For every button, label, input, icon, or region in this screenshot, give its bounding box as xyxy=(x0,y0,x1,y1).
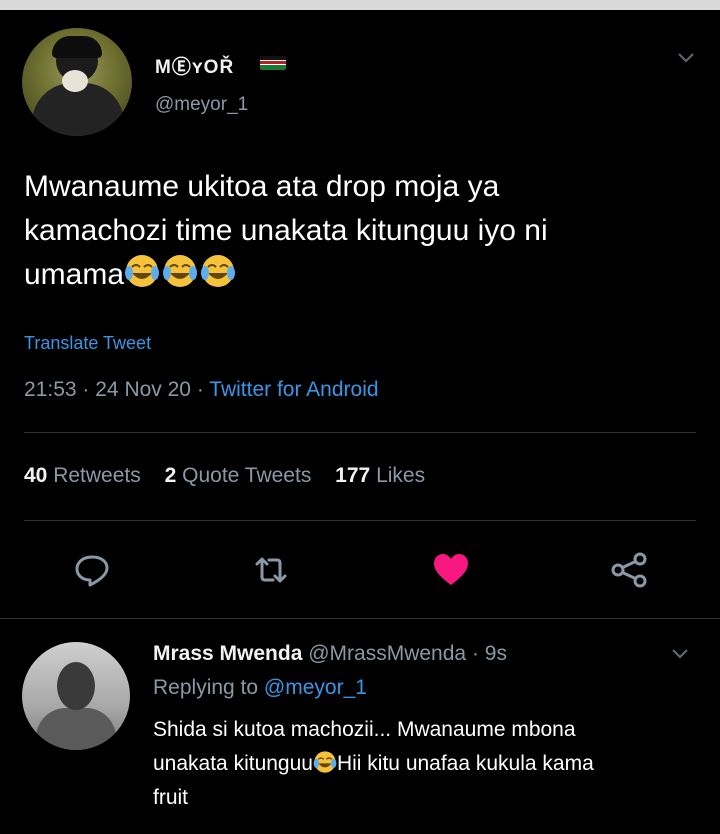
reply-handle[interactable]: @MrassMwenda xyxy=(308,642,466,665)
reply-age: 9s xyxy=(484,642,507,665)
retweets-count: 40 xyxy=(24,464,48,487)
retweet-icon[interactable] xyxy=(251,550,291,590)
divider xyxy=(24,520,696,521)
quote-tweets-stat[interactable]: 2 Quote Tweets xyxy=(165,464,312,487)
quotes-count: 2 xyxy=(164,464,177,487)
likes-count: 177 xyxy=(335,464,371,487)
reply-text-line: unakata kitunguu Hii kitu unafaa kukula k… xyxy=(153,747,708,781)
tears-of-joy-emoji-icon xyxy=(163,255,198,287)
reply-icon[interactable] xyxy=(72,550,112,590)
divider xyxy=(0,618,720,619)
reply-text-line: fruit xyxy=(153,786,189,809)
divider xyxy=(24,432,696,433)
user-handle[interactable]: @meyor_1 xyxy=(155,94,248,116)
share-icon[interactable] xyxy=(609,550,649,590)
retweets-label: Retweets xyxy=(53,464,141,487)
replying-prefix: Replying to xyxy=(153,676,259,699)
chevron-down-icon[interactable] xyxy=(676,50,696,66)
reply-text: Shida si kutoa machozii... Mwanaume mbon… xyxy=(153,713,708,815)
like-icon[interactable] xyxy=(431,550,471,590)
tears-of-joy-emoji-icon xyxy=(313,751,337,773)
avatar[interactable] xyxy=(22,28,132,136)
reply-header: Mrass Mwenda @MrassMwenda · 9s xyxy=(153,642,507,666)
status-strip xyxy=(0,0,720,10)
reply-text-fragment: unakata kitunguu xyxy=(153,752,313,775)
tweet-text-line: Mwanaume ukitoa ata drop moja ya xyxy=(24,170,500,203)
tears-of-joy-emoji-icon xyxy=(201,255,236,287)
replying-to-link[interactable]: @meyor_1 xyxy=(264,676,367,699)
replying-to: Replying to @meyor_1 xyxy=(153,676,367,700)
separator: · xyxy=(471,642,479,665)
separator: · xyxy=(82,378,90,401)
tweet-text: Mwanaume ukitoa ata drop moja ya kamacho… xyxy=(24,165,684,297)
chevron-down-icon[interactable] xyxy=(670,646,690,662)
reply-text-line: Shida si kutoa machozii... Mwanaume mbon… xyxy=(153,718,576,741)
retweets-stat[interactable]: 40 Retweets xyxy=(24,464,141,487)
likes-stat[interactable]: 177 Likes xyxy=(335,464,425,487)
reply-avatar[interactable] xyxy=(22,642,130,750)
tweet-source-link[interactable]: Twitter for Android xyxy=(209,378,378,401)
tears-of-joy-emoji-icon xyxy=(125,255,160,287)
tweet-text-line: umama xyxy=(24,253,684,297)
tweet-text-line: kamachozi time unakata kitunguu iyo ni xyxy=(24,214,548,247)
reply-display-name[interactable]: Mrass Mwenda xyxy=(153,642,302,665)
kenya-flag-icon xyxy=(260,56,286,70)
tweet-date: 24 Nov 20 xyxy=(95,378,191,401)
tweet-meta: 21:53 · 24 Nov 20 · Twitter for Android xyxy=(24,378,379,402)
separator: · xyxy=(196,378,204,401)
display-name[interactable]: MⒺʏOŘ xyxy=(155,52,234,79)
tweet-text-fragment: umama xyxy=(24,258,125,291)
quotes-label: Quote Tweets xyxy=(182,464,312,487)
reply-text-fragment: Hii kitu unafaa kukula kama xyxy=(336,752,594,775)
translate-tweet-link[interactable]: Translate Tweet xyxy=(24,333,151,354)
likes-label: Likes xyxy=(376,464,426,487)
tweet-stats: 40 Retweets 2 Quote Tweets 177 Likes xyxy=(24,464,425,488)
tweet-time: 21:53 xyxy=(24,378,77,401)
